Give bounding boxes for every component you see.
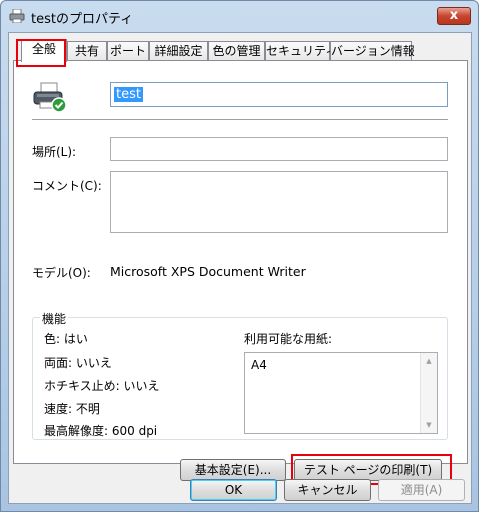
cancel-button[interactable]: キャンセル: [284, 479, 371, 501]
feature-color: 色: はい: [44, 332, 88, 346]
close-button[interactable]: x: [437, 7, 471, 25]
paper-label: 利用可能な用紙:: [244, 332, 333, 346]
feature-speed: 速度: 不明: [44, 402, 100, 416]
feature-resolution: 最高解像度: 600 dpi: [44, 424, 158, 438]
features-title: 機能: [40, 310, 69, 327]
model-value: Microsoft XPS Document Writer: [110, 264, 306, 279]
scroll-down-icon[interactable]: ▼: [421, 417, 437, 433]
model-label: モデル(O):: [32, 266, 91, 280]
printer-name-text: test: [114, 87, 143, 102]
feature-duplex: 両面: いいえ: [44, 356, 112, 370]
tab-general[interactable]: 全般: [21, 39, 67, 62]
separator: [32, 119, 448, 120]
location-label: 場所(L):: [32, 145, 77, 159]
location-field[interactable]: [110, 137, 448, 161]
paper-listbox[interactable]: A4 ▲ ▼: [244, 352, 438, 434]
preferences-button[interactable]: 基本設定(E)...: [180, 459, 286, 481]
tab-security[interactable]: セキュリティ: [265, 41, 337, 61]
printer-default-icon: [33, 82, 67, 113]
feature-staple: ホチキス止め: いいえ: [44, 379, 160, 393]
tab-strip: 全般 共有 ポート 詳細設定 色の管理 セキュリティ バージョン情報: [13, 39, 469, 67]
printer-icon: [9, 9, 25, 23]
paper-scrollbar[interactable]: ▲ ▼: [420, 353, 437, 433]
general-panel: test 場所(L): コメント(C): モデル(O): Microsoft X…: [13, 60, 468, 485]
comment-label: コメント(C):: [32, 179, 102, 193]
properties-window: testのプロパティ x 全般 共有 ポート 詳細設定 色の管理 セキュリティ …: [0, 0, 479, 512]
dialog-body: 全般 共有 ポート 詳細設定 色の管理 セキュリティ バージョン情報 test …: [8, 32, 472, 504]
title-bar: testのプロパティ x: [1, 1, 478, 31]
tab-sharing[interactable]: 共有: [67, 41, 107, 61]
tab-version[interactable]: バージョン情報: [330, 41, 415, 61]
print-test-page-button[interactable]: テスト ページの印刷(T): [294, 459, 442, 481]
tab-advanced[interactable]: 詳細設定: [149, 41, 208, 61]
close-icon: x: [449, 8, 459, 23]
comment-field[interactable]: [110, 171, 448, 233]
window-title: testのプロパティ: [31, 12, 134, 27]
paper-item[interactable]: A4: [251, 358, 267, 372]
tab-color-management[interactable]: 色の管理: [208, 41, 265, 61]
scroll-up-icon[interactable]: ▲: [421, 353, 437, 369]
printer-name-input[interactable]: test: [110, 82, 448, 107]
apply-button[interactable]: 適用(A): [378, 479, 465, 501]
tab-ports[interactable]: ポート: [107, 41, 149, 61]
ok-button[interactable]: OK: [190, 479, 277, 501]
